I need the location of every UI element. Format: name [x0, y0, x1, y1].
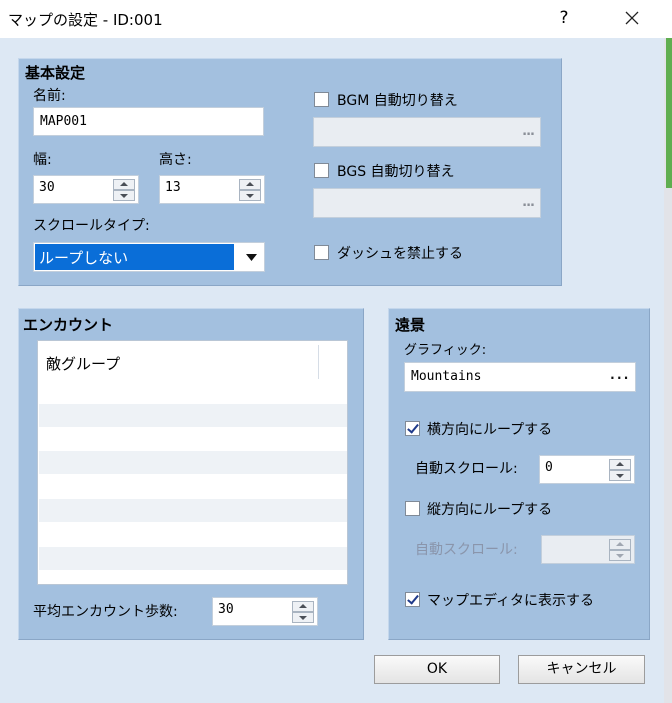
- loop-vertical-checkbox[interactable]: [405, 501, 420, 516]
- loop-vertical-label: 縦方向にループする: [427, 502, 553, 518]
- graphic-label: グラフィック:: [404, 343, 487, 358]
- parallax-title: 遠景: [395, 316, 426, 334]
- bgm-browse-button: ...: [522, 124, 535, 139]
- width-spin-buttons[interactable]: [113, 179, 135, 201]
- bgm-label: BGM 自動切り替え: [337, 93, 458, 109]
- bgm-field: ...: [313, 117, 541, 147]
- spin-down-icon: [609, 550, 631, 561]
- encounter-list[interactable]: 敵グループ: [37, 340, 348, 585]
- bgs-label: BGS 自動切り替え: [337, 164, 455, 180]
- spin-down-icon[interactable]: [239, 190, 261, 201]
- list-row: [39, 547, 347, 570]
- cancel-button[interactable]: キャンセル: [518, 655, 645, 684]
- basic-settings-group: 基本設定 名前: MAP001 幅: 30 高さ: 13 スクロールタイプ: ル…: [18, 58, 562, 286]
- height-value: 13: [165, 180, 181, 195]
- show-in-editor-label: マップエディタに表示する: [427, 593, 595, 609]
- spin-down-icon[interactable]: [609, 470, 631, 481]
- encounter-title: エンカウント: [23, 316, 114, 334]
- ok-button[interactable]: OK: [374, 655, 500, 684]
- scroll-type-select[interactable]: ループしない: [33, 242, 265, 272]
- bgs-browse-button: ...: [522, 195, 535, 210]
- bgs-field: ...: [313, 188, 541, 218]
- bgm-checkbox[interactable]: [314, 92, 329, 107]
- disable-dash-label: ダッシュを禁止する: [337, 246, 463, 262]
- width-value: 30: [39, 180, 55, 195]
- spin-up-icon[interactable]: [609, 459, 631, 470]
- height-label: 高さ:: [159, 152, 192, 168]
- background-window-accent: [666, 38, 672, 188]
- spin-up-icon: [609, 539, 631, 550]
- width-spinner[interactable]: 30: [33, 175, 139, 204]
- scroll-type-label: スクロールタイプ:: [33, 218, 150, 234]
- help-button[interactable]: ?: [552, 4, 576, 32]
- name-label: 名前:: [33, 88, 66, 104]
- auto-scroll-h-spinner[interactable]: 0: [539, 455, 635, 484]
- spin-down-icon[interactable]: [292, 612, 314, 623]
- graphic-field[interactable]: Mountains ...: [404, 362, 636, 392]
- name-input[interactable]: MAP001: [33, 107, 264, 136]
- column-divider: [318, 345, 319, 379]
- height-spinner[interactable]: 13: [159, 175, 265, 204]
- graphic-value: Mountains: [411, 369, 482, 384]
- avg-steps-label: 平均エンカウント歩数:: [33, 604, 178, 620]
- width-label: 幅:: [33, 152, 52, 168]
- auto-scroll-h-value: 0: [545, 460, 553, 475]
- scroll-type-selected: ループしない: [35, 244, 234, 270]
- auto-scroll-v-spin-buttons: [609, 539, 631, 561]
- parallax-group: 遠景 グラフィック: Mountains ... 横方向にループする 自動スクロ…: [388, 308, 650, 640]
- loop-horizontal-label: 横方向にループする: [427, 422, 553, 438]
- spin-up-icon[interactable]: [113, 179, 135, 190]
- list-row: [39, 404, 347, 427]
- height-spin-buttons[interactable]: [239, 179, 261, 201]
- show-in-editor-checkbox[interactable]: [405, 592, 420, 607]
- avg-steps-spin-buttons[interactable]: [292, 601, 314, 623]
- auto-scroll-h-spin-buttons[interactable]: [609, 459, 631, 481]
- spin-down-icon[interactable]: [113, 190, 135, 201]
- close-icon: [625, 11, 639, 25]
- list-row: [39, 499, 347, 522]
- close-button[interactable]: [614, 4, 650, 32]
- bgs-checkbox[interactable]: [314, 163, 329, 178]
- spin-up-icon[interactable]: [292, 601, 314, 612]
- auto-scroll-h-label: 自動スクロール:: [415, 461, 518, 477]
- enemy-group-column-header: 敵グループ: [46, 355, 121, 373]
- dropdown-arrow-icon: [246, 254, 257, 261]
- avg-steps-value: 30: [218, 602, 234, 617]
- spin-up-icon[interactable]: [239, 179, 261, 190]
- loop-horizontal-checkbox[interactable]: [405, 421, 420, 436]
- graphic-browse-button[interactable]: ...: [609, 368, 631, 383]
- avg-steps-spinner[interactable]: 30: [212, 597, 318, 626]
- auto-scroll-v-spinner: [541, 535, 635, 564]
- disable-dash-checkbox[interactable]: [314, 245, 329, 260]
- window-title: マップの設定 - ID:001: [8, 11, 163, 29]
- list-row: [39, 451, 347, 474]
- title-bar: マップの設定 - ID:001 ?: [0, 0, 672, 38]
- encounter-group: エンカウント 敵グループ 平均エンカウント歩数: 30: [18, 308, 364, 640]
- auto-scroll-v-label: 自動スクロール:: [415, 542, 518, 558]
- basic-settings-title: 基本設定: [25, 64, 86, 82]
